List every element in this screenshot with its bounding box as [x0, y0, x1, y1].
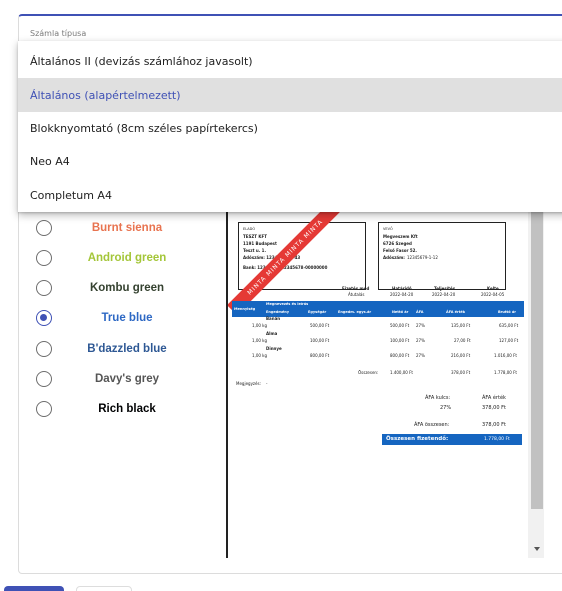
- color-label: B'dazzled blue: [87, 343, 167, 355]
- table-header-cell: Nettó ár: [392, 310, 409, 314]
- table-header-cell: Mennyiség: [234, 307, 256, 311]
- buyer-name: Megveszem Kft: [383, 234, 418, 239]
- color-label: Kombu green: [89, 282, 165, 294]
- table-header-cell: Egységár: [308, 310, 327, 314]
- seller-label: ELADÓ: [243, 227, 256, 231]
- item-gross: 127,00 Ft: [499, 338, 519, 343]
- seller-name: TESZT KFT: [243, 234, 267, 239]
- meta-header: Kelte: [487, 286, 499, 291]
- meta-value: 2022-04-20: [432, 292, 456, 297]
- total-gross: 1.778,00 Ft: [494, 370, 517, 375]
- vat-key-label: ÁFA kulcs:: [425, 395, 451, 401]
- color-option-burnt-sienna[interactable]: Burnt sienna: [36, 216, 216, 240]
- item-qty: 1,00 kg: [252, 323, 268, 328]
- color-option-davys-grey[interactable]: Davy's grey: [36, 367, 216, 391]
- item-price: 100,00 Ft: [310, 338, 330, 343]
- vat-amount: 378,00 Ft: [482, 405, 506, 411]
- grand-total: 1.778,00 Ft: [484, 437, 510, 442]
- seller-address: 1191 Budapest: [243, 241, 277, 246]
- color-option-android-green[interactable]: Android green: [36, 246, 216, 270]
- grand-total-band: Összesen fizetendő: 1.778,00 Ft: [382, 434, 522, 445]
- item-net: 800,00 Ft: [390, 353, 410, 358]
- item-name: Dinnye: [266, 346, 282, 351]
- seller-street: Teszt u. 1.: [243, 248, 266, 253]
- total-label: Összesen:: [358, 370, 379, 375]
- vat-value-label: ÁFA érték: [482, 395, 506, 401]
- vat-total-label: ÁFA összesen:: [414, 422, 450, 428]
- total-vat: 378,00 Ft: [451, 370, 471, 375]
- color-option-kombu-green[interactable]: Kombu green: [36, 276, 216, 300]
- invoice-type-label: Számla típusa: [30, 29, 87, 38]
- invoice-preview: ELADÓ TESZT KFT 1191 Budapest Teszt u. 1…: [226, 212, 526, 558]
- color-option-bdazzled-blue[interactable]: B'dazzled blue: [36, 337, 216, 361]
- invoice-type-option[interactable]: Általános II (devizás számlához javasolt…: [18, 45, 562, 78]
- table-header-cell: Engedmény: [266, 310, 290, 314]
- scroll-down-arrow-icon[interactable]: [534, 547, 540, 551]
- color-option-rich-black[interactable]: Rich black: [36, 397, 216, 421]
- preview-scrollbar-thumb[interactable]: [531, 212, 543, 509]
- invoice-type-option[interactable]: Neo A4: [18, 145, 562, 178]
- item-vat: 27%: [416, 323, 425, 328]
- note-label: Megjegyzés:: [236, 381, 261, 386]
- primary-button[interactable]: [4, 586, 64, 591]
- invoice-type-option-selected[interactable]: Általános (alapértelmezett): [18, 78, 562, 112]
- invoice-type-option[interactable]: Blokknyomtató (8cm széles papírtekercs): [18, 112, 562, 145]
- meta-value: 2022-04-05: [481, 292, 505, 297]
- buyer-tax: 12345679-1-12: [407, 255, 438, 260]
- color-option-true-blue[interactable]: True blue: [36, 306, 216, 330]
- item-price: 800,00 Ft: [310, 353, 330, 358]
- item-net: 100,00 Ft: [390, 338, 410, 343]
- item-vat: 27%: [416, 353, 425, 358]
- vat-rate: 27%: [440, 405, 452, 411]
- invoice-type-option[interactable]: Completum A4: [18, 179, 562, 212]
- color-label: Android green: [87, 252, 167, 264]
- item-qty: 1,00 kg: [252, 353, 268, 358]
- item-gross: 635,00 Ft: [499, 323, 519, 328]
- item-gross: 1.016,00 Ft: [494, 353, 517, 358]
- item-name: Alma: [266, 331, 278, 336]
- meta-header: Határidő: [392, 286, 412, 291]
- item-price: 500,00 Ft: [310, 323, 330, 328]
- radio-button[interactable]: [36, 371, 52, 387]
- buyer-city: 6726 Szeged: [383, 241, 412, 246]
- item-vat-value: 27,00 Ft: [454, 338, 471, 343]
- meta-value: Átutalás: [348, 292, 365, 297]
- radio-button[interactable]: [36, 250, 52, 266]
- radio-button[interactable]: [36, 401, 52, 417]
- color-label: True blue: [101, 312, 153, 324]
- buyer-box: VEVŐ Megveszem Kft 6726 Szeged Felső Fas…: [378, 222, 506, 290]
- item-net: 500,00 Ft: [390, 323, 410, 328]
- item-qty: 1,00 kg: [252, 338, 268, 343]
- vat-total: 378,00 Ft: [482, 422, 506, 428]
- secondary-button[interactable]: [76, 586, 132, 591]
- table-header-cell: Bruttó ár: [498, 310, 516, 314]
- note-value: -: [266, 381, 268, 386]
- item-vat-value: 135,00 Ft: [451, 323, 471, 328]
- table-header-cell: ÁFA érték: [446, 310, 466, 314]
- buyer-label: VEVŐ: [383, 227, 393, 231]
- color-label: Rich black: [98, 403, 156, 415]
- table-header: Mennyiség Megnevezés és leírás Engedmény…: [232, 301, 524, 317]
- meta-header: Fizetés mód: [342, 286, 370, 291]
- radio-button[interactable]: [36, 280, 52, 296]
- buyer-street: Felső Fasor 52.: [383, 248, 417, 253]
- meta-header: Teljesítés: [434, 286, 456, 291]
- color-label: Burnt sienna: [91, 222, 163, 234]
- item-vat: 27%: [416, 338, 425, 343]
- radio-button-checked[interactable]: [36, 310, 52, 326]
- radio-button[interactable]: [36, 341, 52, 357]
- table-header-cell: Engedm. egys.ár: [338, 310, 372, 314]
- invoice-type-dropdown[interactable]: Általános II (devizás számlához javasolt…: [18, 41, 562, 212]
- grand-total-label: Összesen fizetendő:: [386, 436, 449, 442]
- table-header-cell: Megnevezés és leírás: [266, 302, 309, 306]
- radio-button[interactable]: [36, 220, 52, 236]
- color-label: Davy's grey: [94, 373, 160, 385]
- item-name: Banán: [266, 316, 281, 321]
- item-vat-value: 216,00 Ft: [451, 353, 471, 358]
- meta-value: 2022-04-20: [390, 292, 414, 297]
- total-net: 1.400,00 Ft: [390, 370, 413, 375]
- table-header-cell: ÁFA: [416, 310, 424, 314]
- buyer-tax-label: Adószám:: [383, 255, 405, 260]
